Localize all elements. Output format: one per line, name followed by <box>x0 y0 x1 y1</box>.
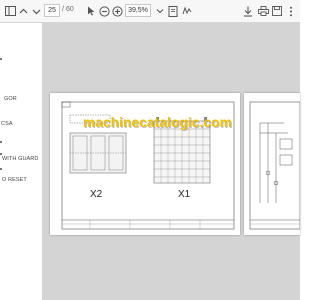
zoom-in-icon[interactable] <box>110 4 124 18</box>
schematic-drawing <box>249 101 300 230</box>
chevron-down-icon[interactable] <box>153 4 167 18</box>
outline-item[interactable]: WITH GUARD <box>2 156 38 162</box>
draw-icon[interactable] <box>180 4 194 18</box>
connector-label-x1: X1 <box>178 189 191 200</box>
page-separator: / <box>62 6 64 13</box>
outline-sidebar: GOR CSA WITH GUARD O RESET <box>0 23 43 300</box>
print-icon[interactable] <box>256 4 270 18</box>
sidebar-toggle-icon[interactable] <box>3 4 17 18</box>
pointer-icon[interactable] <box>84 4 98 18</box>
outline-bullet <box>0 153 2 155</box>
outline-bullet <box>0 168 2 170</box>
next-page-icon[interactable] <box>29 4 43 18</box>
pdf-toolbar: 25 / 60 39,5% <box>0 0 300 23</box>
page-total: 60 <box>66 6 74 13</box>
connector-label-x2: X2 <box>90 189 103 200</box>
document-page <box>244 93 300 235</box>
more-options-icon[interactable] <box>284 4 298 18</box>
outline-bullet <box>0 141 2 143</box>
fit-page-icon[interactable] <box>166 4 180 18</box>
zoom-level-input[interactable]: 39,5% <box>125 4 151 17</box>
outline-bullet <box>0 58 2 60</box>
page-number-input[interactable]: 25 <box>44 4 60 17</box>
document-viewer[interactable]: X2 X1 machinecatalogic.com <box>43 23 300 300</box>
zoom-out-icon[interactable] <box>97 4 111 18</box>
outline-item[interactable]: CSA <box>1 121 13 127</box>
save-icon[interactable] <box>270 4 284 18</box>
outline-item[interactable]: O RESET <box>2 177 27 183</box>
download-icon[interactable] <box>241 4 255 18</box>
watermark: machinecatalogic.com <box>83 115 232 130</box>
outline-item[interactable]: GOR <box>4 96 17 102</box>
previous-page-icon[interactable] <box>16 4 30 18</box>
